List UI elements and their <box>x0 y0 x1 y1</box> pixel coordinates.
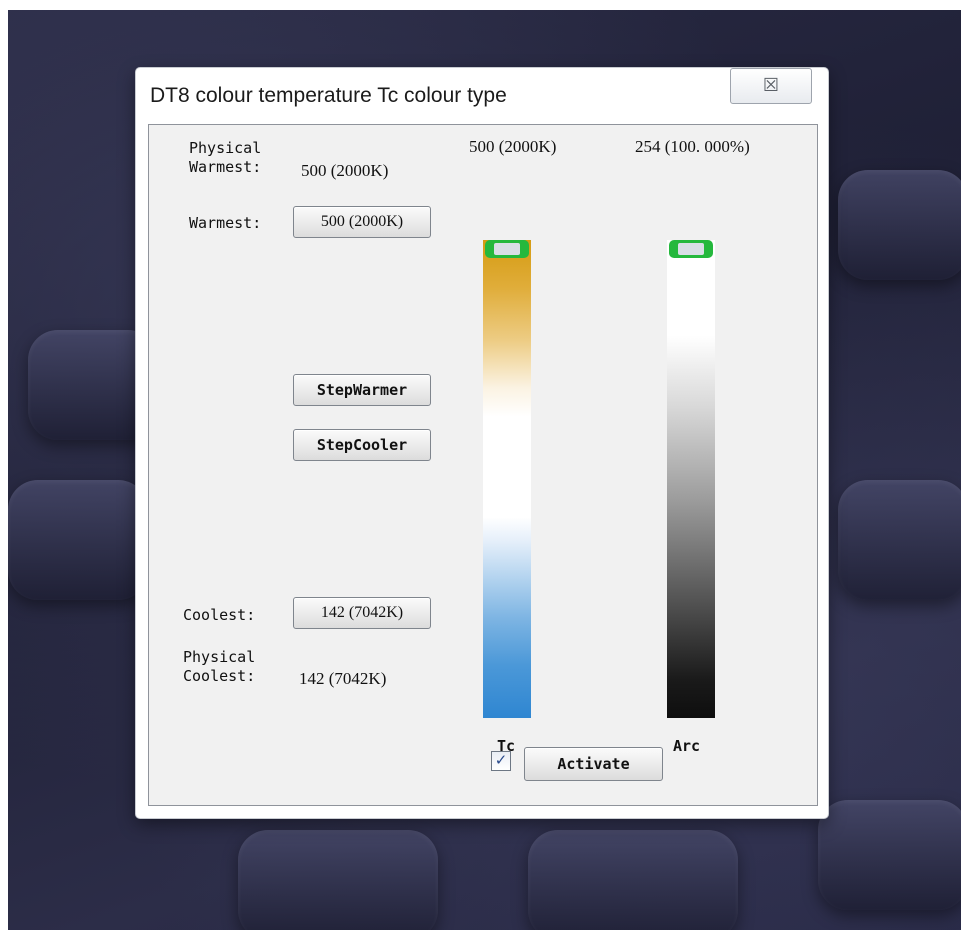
tc-value-label: 500 (2000K) <box>469 137 557 156</box>
step-cooler-button[interactable]: StepCooler <box>293 429 431 461</box>
background-key <box>8 480 148 600</box>
dialog-title: DT8 colour temperature Tc colour type <box>150 84 507 107</box>
background-key <box>838 480 961 600</box>
arc-slider-thumb[interactable] <box>669 240 713 258</box>
arc-slider-track[interactable] <box>667 240 715 718</box>
physical-warmest-value: 500 (2000K) <box>301 161 389 180</box>
tc-slider-thumb[interactable] <box>485 240 529 258</box>
physical-coolest-label: Physical Coolest: <box>183 648 256 685</box>
tc-slider-track[interactable] <box>483 240 531 718</box>
background-key <box>528 830 738 930</box>
background-key <box>838 170 961 280</box>
background-key <box>818 800 961 910</box>
coolest-label: Coolest: <box>183 606 256 624</box>
close-button[interactable]: ☒ <box>730 68 812 104</box>
settings-panel: Physical Warmest: 500 (2000K) Warmest: 5… <box>148 124 818 806</box>
warmest-button[interactable]: 500 (2000K) <box>293 206 431 238</box>
physical-coolest-value: 142 (7042K) <box>299 669 387 688</box>
warmest-label: Warmest: <box>189 214 262 232</box>
close-icon: ☒ <box>762 75 780 95</box>
physical-warmest-label: Physical Warmest: <box>189 139 262 176</box>
arc-value-label: 254 (100. 000%) <box>635 137 750 156</box>
coolest-button[interactable]: 142 (7042K) <box>293 597 431 629</box>
arc-axis-label: Arc <box>673 737 701 755</box>
dt8-colour-temperature-dialog: DT8 colour temperature Tc colour type ☒ … <box>136 68 828 818</box>
activate-button[interactable]: Activate <box>524 747 663 781</box>
background-key <box>238 830 438 930</box>
step-warmer-button[interactable]: StepWarmer <box>293 374 431 406</box>
activate-checkbox[interactable]: ✓ <box>491 751 511 771</box>
